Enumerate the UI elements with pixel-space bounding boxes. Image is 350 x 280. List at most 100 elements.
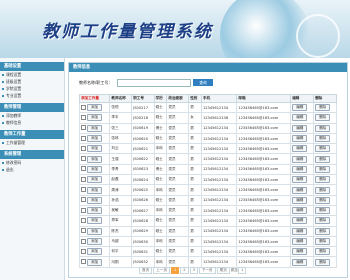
add-workload-button[interactable]: 添加 <box>87 155 103 163</box>
page-number[interactable]: 3 <box>189 267 198 274</box>
delete-cell: 删除 <box>313 204 337 217</box>
add-workload-button[interactable]: 添加 <box>87 207 103 215</box>
jump-select[interactable]: 1 <box>238 267 247 274</box>
sidebar-item[interactable]: 退出 <box>0 166 64 173</box>
delete-button[interactable]: 删除 <box>315 145 331 153</box>
sidebar-item[interactable]: 专业设置 <box>0 92 64 99</box>
sidebar-item[interactable]: 修改密码 <box>0 159 64 166</box>
add-workload-button[interactable]: 添加 <box>87 196 103 204</box>
delete-button[interactable]: 删除 <box>315 155 331 163</box>
table-row: 添加 赵磊 JS00624 硕士 党员男 12345612134 123456465@163… <box>78 174 337 186</box>
cell-edu: 硕士 <box>153 194 168 206</box>
cell-sex: 男 <box>188 194 202 206</box>
add-workload-button[interactable]: 添加 <box>87 104 103 112</box>
edit-button[interactable]: 编辑 <box>292 196 308 204</box>
add-workload-button[interactable]: 添加 <box>87 227 103 235</box>
add-workload-button[interactable]: 添加 <box>87 258 103 266</box>
delete-button[interactable]: 删除 <box>315 196 331 204</box>
row-checkbox[interactable] <box>81 156 86 162</box>
delete-button[interactable]: 删除 <box>315 248 331 256</box>
add-workload-button[interactable]: 添加 <box>87 248 103 256</box>
add-workload-button[interactable]: 添加 <box>87 145 103 153</box>
delete-button[interactable]: 删除 <box>315 258 331 266</box>
edit-button[interactable]: 编辑 <box>292 238 308 245</box>
add-workload-button[interactable]: 添加 <box>87 165 103 173</box>
last-page-button[interactable]: 尾页 <box>216 267 230 274</box>
cell-phone: 12345612134 <box>200 225 238 237</box>
edit-button[interactable]: 编辑 <box>292 176 308 184</box>
sidebar-item[interactable]: 工作量管理 <box>0 139 64 146</box>
edit-button[interactable]: 编辑 <box>292 165 308 173</box>
search-button[interactable]: 查询 <box>193 79 213 86</box>
cell-email: 123456465@163.com <box>236 132 292 145</box>
edit-button[interactable]: 编辑 <box>292 145 308 153</box>
cell-edu: 硕士 <box>153 225 168 237</box>
add-workload-button[interactable]: 添加 <box>87 217 103 225</box>
delete-button[interactable]: 删除 <box>315 238 331 245</box>
edit-button[interactable]: 编辑 <box>292 207 308 215</box>
row-checkbox[interactable] <box>81 207 86 213</box>
edit-button[interactable]: 编辑 <box>292 186 308 194</box>
row-checkbox[interactable] <box>81 135 86 141</box>
row-checkbox[interactable] <box>81 114 86 120</box>
add-workload-button[interactable]: 添加 <box>87 238 103 245</box>
search-input[interactable] <box>117 79 191 87</box>
table-body: 添加 张恒 JS00217 硕士 党员男 12345612134 123456465@163… <box>78 101 337 268</box>
row-checkbox[interactable] <box>81 187 86 193</box>
prev-page-button[interactable]: 上一页 <box>153 267 170 274</box>
delete-button[interactable]: 删除 <box>315 207 331 215</box>
next-page-button[interactable]: 下一页 <box>198 267 216 274</box>
row-checkbox[interactable] <box>81 145 86 151</box>
edit-button[interactable]: 编辑 <box>292 104 308 112</box>
cell-id: JS00628 <box>131 215 155 227</box>
add-workload-button[interactable]: 添加 <box>87 124 103 132</box>
cell-party: 党员 <box>166 215 190 227</box>
row-checkbox[interactable] <box>81 166 86 172</box>
table-row: 添加 郑军 JS00628 硕士 党员男 12345612134 123456465@163… <box>78 215 337 227</box>
edit-button[interactable]: 编辑 <box>292 248 308 256</box>
row-checkbox[interactable] <box>81 248 86 254</box>
edit-button[interactable]: 编辑 <box>292 155 308 163</box>
row-checkbox[interactable] <box>81 238 86 244</box>
edit-cell: 编辑 <box>290 246 315 258</box>
sidebar-item[interactable]: 添加教师 <box>0 112 64 119</box>
sidebar-item[interactable]: 班级设置 <box>0 78 64 85</box>
row-checkbox[interactable] <box>81 217 86 223</box>
first-page-button[interactable]: 首页 <box>139 267 153 274</box>
row-checkbox[interactable] <box>81 228 86 234</box>
delete-button[interactable]: 删除 <box>315 217 331 225</box>
edit-button[interactable]: 编辑 <box>292 258 308 266</box>
delete-button[interactable]: 删除 <box>315 124 331 132</box>
page-number[interactable]: 1 <box>170 267 180 274</box>
delete-button[interactable]: 删除 <box>315 104 331 112</box>
add-workload-button[interactable]: 添加 <box>87 186 103 194</box>
delete-button[interactable]: 删除 <box>315 165 331 173</box>
delete-button[interactable]: 删除 <box>315 186 331 194</box>
delete-button[interactable]: 删除 <box>315 227 331 235</box>
delete-button[interactable]: 删除 <box>315 135 331 143</box>
delete-button[interactable]: 删除 <box>315 176 331 184</box>
add-workload-button[interactable]: 添加 <box>87 114 103 122</box>
row-checkbox[interactable] <box>81 104 86 110</box>
row-checkbox[interactable] <box>81 259 86 265</box>
cell-party: 党员 <box>166 246 190 258</box>
add-workload-button[interactable]: 添加 <box>87 176 103 184</box>
edit-cell: 编辑 <box>290 184 315 196</box>
edit-button[interactable]: 编辑 <box>292 217 308 225</box>
page-number[interactable]: 2 <box>180 267 189 274</box>
sidebar-item[interactable]: 学院设置 <box>0 85 64 92</box>
edit-button[interactable]: 编辑 <box>292 124 308 132</box>
sidebar-item[interactable]: 课程设置 <box>0 71 64 78</box>
sidebar-item[interactable]: 教师信息 <box>0 119 64 126</box>
row-checkbox[interactable] <box>81 125 86 131</box>
edit-button[interactable]: 编辑 <box>292 227 308 235</box>
add-workload-button[interactable]: 添加 <box>87 135 103 143</box>
cell-name: 赵磊 <box>109 174 133 186</box>
cell-sex: 男 <box>188 204 202 217</box>
edit-button[interactable]: 编辑 <box>292 135 308 143</box>
row-checkbox[interactable] <box>81 197 86 203</box>
edit-button[interactable]: 编辑 <box>292 114 308 122</box>
row-checkbox[interactable] <box>81 176 86 182</box>
cell-party: 党员 <box>166 194 190 206</box>
delete-button[interactable]: 删除 <box>315 114 331 122</box>
